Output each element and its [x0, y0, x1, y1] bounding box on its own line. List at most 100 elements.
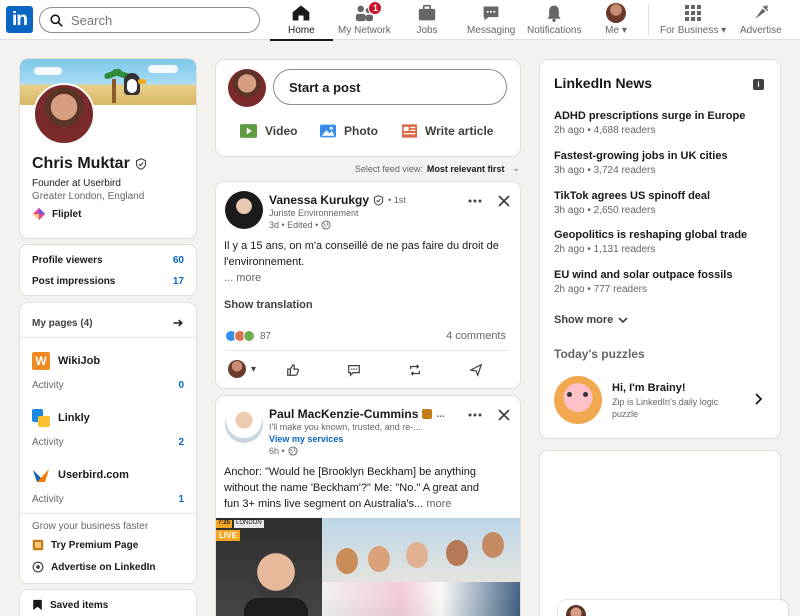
linkedin-premium-icon [422, 409, 433, 419]
arrow-right-icon [173, 319, 183, 327]
nav-my-network[interactable]: 1 My Network [338, 1, 391, 39]
puzzle-name[interactable]: Hi, I'm Brainy! [612, 382, 686, 394]
nav-advertise[interactable]: Advertise [740, 3, 782, 39]
like-button[interactable] [285, 362, 301, 378]
post-timestamp: 6h • [269, 446, 298, 456]
avatar [566, 605, 586, 616]
photo-icon [320, 124, 336, 138]
nav-home[interactable]: Home [270, 3, 333, 41]
photo-button[interactable]: Photo [320, 124, 378, 138]
avatar[interactable] [228, 69, 266, 107]
my-pages-card: My pages (4) W WikiJob Activity 0 Linkly … [20, 303, 196, 583]
view-services-link[interactable]: View my services [269, 434, 343, 444]
brainy-puzzle-icon[interactable] [554, 376, 602, 424]
nav-jobs[interactable]: Jobs [416, 3, 438, 39]
chevron-down-icon: ▾ [621, 25, 627, 36]
home-icon [290, 3, 312, 23]
start-post-button[interactable]: Start a post [273, 69, 507, 105]
more-options-icon[interactable] [467, 193, 483, 209]
post-author-name[interactable]: Paul MacKenzie-Cummins ... [269, 407, 445, 421]
profile-location: Greater London, England [32, 191, 145, 202]
post-body-text: Il y a 15 ans, on m'a conseillé de ne pa… [224, 238, 514, 286]
verified-icon [373, 194, 384, 206]
more-options-icon[interactable] [467, 407, 483, 423]
profile-viewers-row[interactable]: Profile viewers 60 [32, 255, 184, 266]
chevron-right-icon[interactable] [750, 391, 766, 407]
advertise-link[interactable]: Advertise on LinkedIn [32, 561, 155, 573]
nav-divider [648, 4, 649, 36]
page-linkly[interactable]: Linkly [32, 409, 90, 427]
show-more-button[interactable]: Show more [554, 314, 628, 326]
notification-badge: 1 [368, 1, 383, 15]
show-translation-link[interactable]: Show translation [224, 297, 313, 313]
search-icon [50, 13, 63, 27]
video-button[interactable]: Video [240, 124, 297, 138]
saved-items-card: Saved items [20, 590, 196, 616]
send-icon [469, 363, 483, 377]
nav-messaging[interactable]: Messaging [467, 3, 515, 39]
post-author-avatar[interactable] [225, 191, 263, 229]
profile-photo[interactable] [33, 83, 95, 145]
comments-count[interactable]: 4 comments [446, 330, 506, 342]
nav-notifications[interactable]: Notifications [527, 3, 581, 39]
news-item[interactable]: EU wind and solar outpace fossils 2h ago… [554, 269, 774, 295]
repost-button[interactable] [407, 362, 423, 378]
puzzle-description: Zip is LinkedIn's daily logic puzzle [612, 397, 719, 419]
profile-name[interactable]: Chris Muktar [32, 155, 147, 173]
close-icon[interactable] [496, 407, 512, 423]
wikijob-logo: W [32, 352, 50, 370]
globe-icon [288, 446, 298, 456]
news-item[interactable]: ADHD prescriptions surge in Europe 2h ag… [554, 110, 774, 136]
reactions-count[interactable]: 87 [225, 330, 271, 342]
premium-icon [32, 539, 44, 551]
feed-post: Vanessa Kurukgy • 1st Juriste Environnem… [216, 182, 520, 388]
news-item[interactable]: Geopolitics is reshaping global trade 2h… [554, 229, 774, 255]
profile-company[interactable]: Fliplet [32, 207, 81, 221]
fliplet-logo [32, 207, 46, 221]
avatar [228, 360, 246, 378]
messaging-overlay[interactable] [558, 600, 788, 616]
nav-me[interactable]: Me ▾ [605, 3, 627, 39]
live-badge: LIVE [216, 530, 240, 541]
post-author-headline: I'll make you known, trusted, and re-... [269, 422, 421, 432]
post-impressions-row[interactable]: Post impressions 17 [32, 276, 184, 287]
try-premium-page-link[interactable]: Try Premium Page [32, 539, 138, 551]
page-activity-row[interactable]: Activity 2 [32, 437, 184, 448]
see-more-link[interactable]: more [426, 498, 451, 510]
post-author-avatar[interactable] [225, 405, 263, 443]
search-box[interactable] [39, 7, 260, 33]
page-wikijob[interactable]: W WikiJob [32, 352, 100, 370]
briefcase-icon [416, 3, 438, 23]
send-button[interactable] [468, 362, 484, 378]
search-input[interactable] [71, 12, 241, 28]
comment-icon [348, 365, 360, 377]
close-icon[interactable] [496, 193, 512, 209]
page-userbird[interactable]: Userbird.com [32, 466, 129, 484]
nav-for-business[interactable]: For Business ▾ [660, 3, 726, 39]
comment-button[interactable] [346, 362, 362, 378]
page-activity-row[interactable]: Activity 1 [32, 494, 184, 505]
see-more-link[interactable]: ... more [224, 270, 514, 286]
celebrate-icon [243, 330, 255, 342]
post-video[interactable]: 7:25 LONDON LIVE [216, 518, 520, 616]
profile-headline: Founder at Userbird [32, 178, 121, 189]
verified-icon [135, 158, 146, 170]
info-icon[interactable]: i [753, 79, 764, 90]
write-article-button[interactable]: Write article [402, 124, 493, 138]
thumbs-up-icon [287, 364, 300, 376]
avatar [606, 3, 626, 23]
saved-items-link[interactable]: Saved items [32, 599, 108, 611]
video-icon [240, 124, 257, 138]
post-author-headline: Juriste Environnement [269, 208, 359, 218]
bookmark-icon [33, 599, 42, 611]
news-item[interactable]: Fastest-growing jobs in UK cities 3h ago… [554, 150, 774, 176]
news-item[interactable]: TikTok agrees US spinoff deal 3h ago • 2… [554, 190, 774, 216]
page-activity-row[interactable]: Activity 0 [32, 380, 184, 391]
my-pages-header[interactable]: My pages (4) [32, 317, 184, 329]
post-author-name[interactable]: Vanessa Kurukgy • 1st [269, 193, 406, 207]
reaction-persona-selector[interactable]: ▾ [228, 360, 256, 378]
network-icon: 1 [353, 1, 383, 23]
linkedin-news-card: LinkedIn News i ADHD prescriptions surge… [540, 60, 780, 438]
feed-sort-selector[interactable]: Select feed view: Most relevant first ⌄ [290, 163, 520, 174]
linkedin-logo[interactable]: in [6, 6, 33, 33]
